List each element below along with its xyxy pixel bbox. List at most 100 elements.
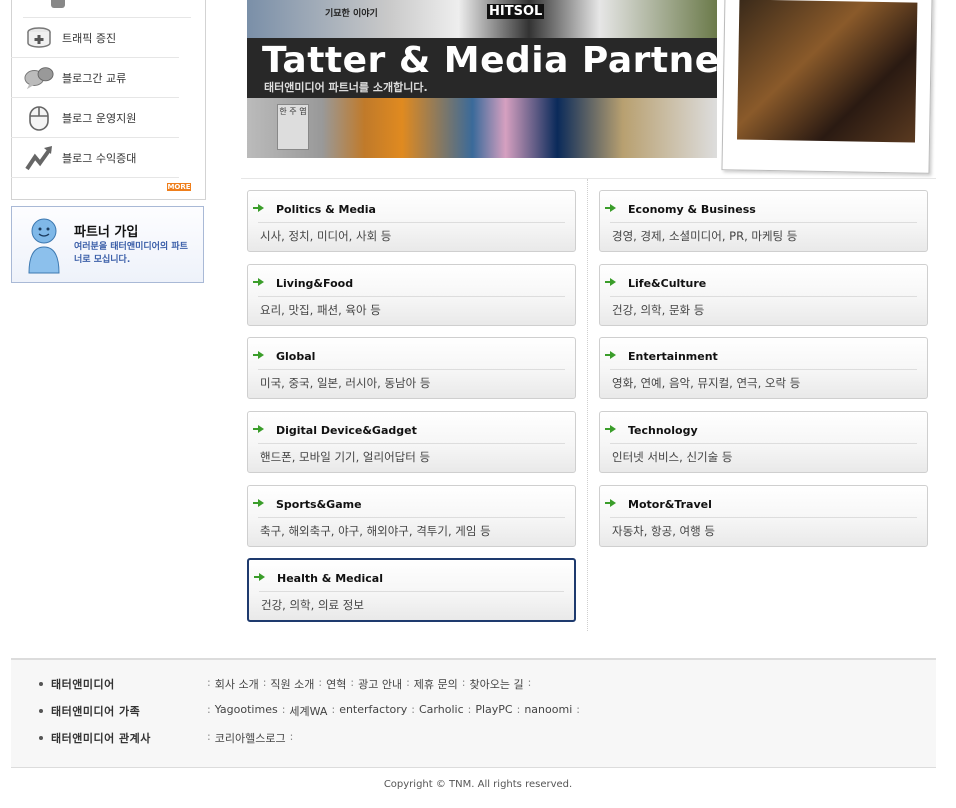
category-card-sports-game[interactable]: Sports&Game 축구, 해외축구, 야구, 해외야구, 격투기, 게임 … bbox=[247, 485, 576, 547]
banner-subtitle: 태터앤미디어 파트너를 소개합니다. bbox=[264, 81, 428, 94]
divider bbox=[259, 591, 564, 592]
category-card-health-medical[interactable]: Health & Medical 건강, 의학, 의료 정보 bbox=[247, 558, 576, 622]
sidebar-item-exchange[interactable]: 블로그간 교류 bbox=[11, 58, 179, 98]
divider bbox=[610, 296, 917, 297]
category-title[interactable]: Motor&Travel bbox=[628, 498, 712, 511]
category-description: 시사, 정치, 미디어, 사회 등 bbox=[260, 229, 392, 243]
person-icon bbox=[26, 217, 62, 279]
arrow-right-icon bbox=[253, 499, 264, 507]
mouse-icon bbox=[24, 104, 54, 132]
category-description: 영화, 연예, 음악, 뮤지컬, 연극, 오락 등 bbox=[612, 376, 801, 390]
database-plus-icon bbox=[24, 24, 54, 52]
footer-heading: 태터앤미디어 관계사 bbox=[51, 732, 151, 745]
bullet-icon bbox=[39, 682, 43, 686]
copyright-text: Copyright © TNM. All rights reserved. bbox=[383, 779, 573, 790]
category-title[interactable]: Health & Medical bbox=[277, 572, 383, 585]
arrow-right-icon bbox=[253, 278, 264, 286]
footer-link[interactable]: Carholic bbox=[419, 703, 464, 719]
category-description: 건강, 의학, 문화 등 bbox=[612, 303, 705, 317]
divider bbox=[610, 517, 917, 518]
divider bbox=[610, 369, 917, 370]
category-card-entertainment[interactable]: Entertainment 영화, 연예, 음악, 뮤지컬, 연극, 오락 등 bbox=[599, 337, 928, 399]
footer-link[interactable]: 코리아헬스로그 bbox=[215, 730, 286, 746]
footer-links: : 코리아헬스로그 : bbox=[207, 730, 294, 746]
footer-link[interactable]: 직원 소개 bbox=[270, 676, 314, 692]
column-divider bbox=[587, 179, 589, 631]
sidebar-item-revenue[interactable]: 블로그 수익증대 bbox=[11, 138, 179, 178]
divider bbox=[258, 296, 565, 297]
sidebar-item-label: 블로그 수익증대 bbox=[62, 151, 137, 165]
divider bbox=[258, 443, 565, 444]
footer-link[interactable]: 회사 소개 bbox=[215, 676, 259, 692]
category-description: 자동차, 항공, 여행 등 bbox=[612, 524, 715, 538]
banner-title: Tatter & Media Partners bbox=[262, 40, 717, 81]
arrow-right-icon bbox=[605, 278, 616, 286]
footer-link[interactable]: 연혁 bbox=[326, 676, 346, 692]
category-card-digital-device[interactable]: Digital Device&Gadget 핸드폰, 모바일 기기, 얼리어답터… bbox=[247, 411, 576, 473]
category-title[interactable]: Politics & Media bbox=[276, 203, 376, 216]
footer-link[interactable]: enterfactory bbox=[339, 703, 407, 719]
category-description: 미국, 중국, 일본, 러시아, 동남아 등 bbox=[260, 376, 431, 390]
more-button[interactable]: MORE bbox=[167, 183, 191, 191]
partners-banner: 기묘한 이야기 HITSOL 한 주 엽 Tatter & Media Part… bbox=[247, 0, 936, 174]
category-card-economy-business[interactable]: Economy & Business 경영, 경제, 소셜미디어, PR, 마케… bbox=[599, 190, 928, 252]
footer-link[interactable]: 광고 안내 bbox=[358, 676, 402, 692]
partner-title: 파트너 가입 bbox=[74, 225, 139, 240]
banner-collage: 기묘한 이야기 HITSOL 한 주 엽 Tatter & Media Part… bbox=[247, 0, 717, 158]
category-title[interactable]: Living&Food bbox=[276, 277, 353, 290]
arrow-right-icon bbox=[253, 425, 264, 433]
category-grid: Politics & Media 시사, 정치, 미디어, 사회 등 Livin… bbox=[241, 178, 936, 631]
footer-heading: 태터앤미디어 가족 bbox=[51, 705, 141, 718]
footer-link[interactable]: 제휴 문의 bbox=[414, 676, 458, 692]
footer-link[interactable]: Yagootimes bbox=[215, 703, 278, 719]
partner-join-banner[interactable]: 파트너 가입 여러분을 태터앤미디어의 파트너로 모십니다. bbox=[11, 206, 204, 283]
footer-link[interactable]: PlayPC bbox=[475, 703, 512, 719]
arrow-right-icon bbox=[605, 425, 616, 433]
footer-row-family: 태터앤미디어 가족 : Yagootimes : 세계WA : enterfactor… bbox=[39, 703, 584, 719]
category-title[interactable]: Life&Culture bbox=[628, 277, 706, 290]
footer-links: : 회사 소개 : 직원 소개 : 연혁 : 광고 안내 : 제휴 문의 : 찾아오는 길 … bbox=[207, 676, 532, 692]
category-title[interactable]: Sports&Game bbox=[276, 498, 362, 511]
category-card-motor-travel[interactable]: Motor&Travel 자동차, 항공, 여행 등 bbox=[599, 485, 928, 547]
banner-tile-text: HITSOL bbox=[487, 4, 545, 19]
footer-link[interactable]: nanoomi bbox=[524, 703, 572, 719]
sidebar-item-cut bbox=[23, 0, 191, 18]
arrow-right-icon bbox=[605, 499, 616, 507]
category-card-global[interactable]: Global 미국, 중국, 일본, 러시아, 동남아 등 bbox=[247, 337, 576, 399]
arrow-right-icon bbox=[605, 204, 616, 212]
category-description: 축구, 해외축구, 야구, 해외야구, 격투기, 게임 등 bbox=[260, 524, 491, 538]
divider bbox=[258, 369, 565, 370]
category-card-living-food[interactable]: Living&Food 요리, 맛집, 패션, 육아 등 bbox=[247, 264, 576, 326]
banner-bottom-tiles bbox=[247, 98, 717, 158]
category-title[interactable]: Global bbox=[276, 350, 315, 363]
banner-top-tiles bbox=[247, 0, 717, 38]
footer-row-affiliates: 태터앤미디어 관계사 : 코리아헬스로그 : bbox=[39, 730, 297, 746]
sidebar-item-label: 블로그간 교류 bbox=[62, 71, 127, 85]
arrow-right-icon bbox=[605, 351, 616, 359]
sidebar-item-traffic[interactable]: 트래픽 증진 bbox=[11, 18, 179, 58]
partner-description: 여러분을 태터앤미디어의 파트너로 모십니다. bbox=[74, 242, 188, 265]
sidebar-item-support[interactable]: 블로그 운영지원 bbox=[11, 98, 179, 138]
bullet-icon bbox=[39, 709, 43, 713]
site-footer: 태터앤미디어 : 회사 소개 : 직원 소개 : 연혁 : 광고 안내 : 제휴 문의 :… bbox=[11, 658, 936, 768]
category-description: 인터넷 서비스, 신기술 등 bbox=[612, 450, 733, 464]
category-description: 경영, 경제, 소셜미디어, PR, 마케팅 등 bbox=[612, 229, 798, 243]
footer-row-company: 태터앤미디어 : 회사 소개 : 직원 소개 : 연혁 : 광고 안내 : 제휴 문의 :… bbox=[39, 676, 535, 692]
category-title[interactable]: Digital Device&Gadget bbox=[276, 424, 417, 437]
sidebar-item-label: 트래픽 증진 bbox=[62, 31, 117, 45]
divider bbox=[258, 222, 565, 223]
category-card-technology[interactable]: Technology 인터넷 서비스, 신기술 등 bbox=[599, 411, 928, 473]
footer-link[interactable]: 찾아오는 길 bbox=[470, 676, 524, 692]
category-title[interactable]: Economy & Business bbox=[628, 203, 756, 216]
category-title[interactable]: Technology bbox=[628, 424, 698, 437]
category-card-life-culture[interactable]: Life&Culture 건강, 의학, 문화 등 bbox=[599, 264, 928, 326]
footer-heading: 태터앤미디어 bbox=[51, 678, 115, 691]
category-title[interactable]: Entertainment bbox=[628, 350, 718, 363]
arrow-right-icon bbox=[254, 573, 265, 581]
arrow-right-icon bbox=[253, 351, 264, 359]
category-card-politics-media[interactable]: Politics & Media 시사, 정치, 미디어, 사회 등 bbox=[247, 190, 576, 252]
footer-link[interactable]: 세계WA bbox=[289, 703, 327, 719]
banner-photo-frame bbox=[721, 0, 933, 174]
chat-bubbles-icon bbox=[24, 64, 54, 92]
category-description: 핸드폰, 모바일 기기, 얼리어답터 등 bbox=[260, 450, 431, 464]
